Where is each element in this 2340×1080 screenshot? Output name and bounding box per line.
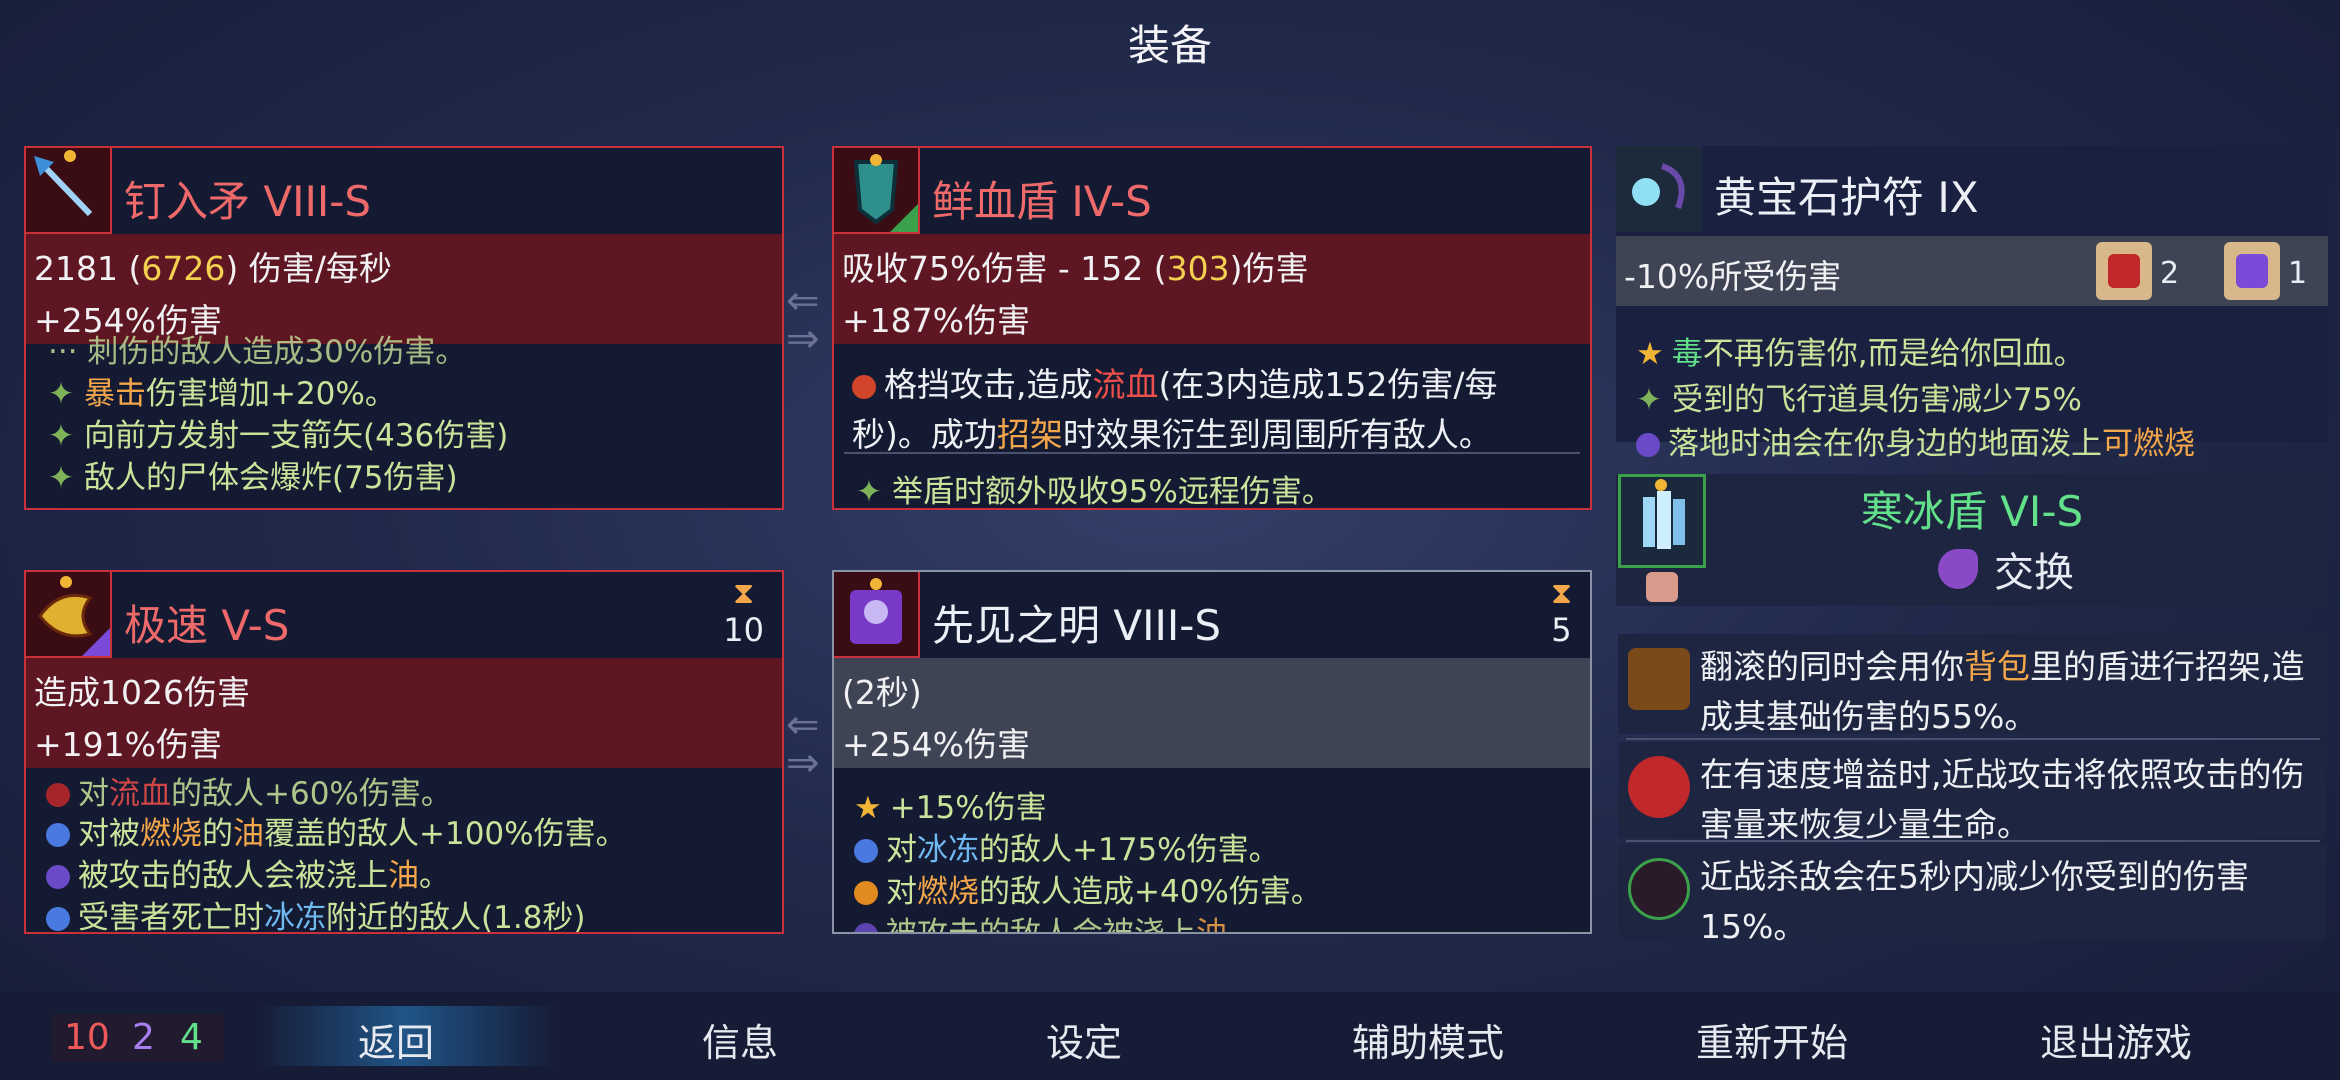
effect-line: ✦ 暴击伤害增加+20%。: [48, 376, 396, 412]
swap-button[interactable]: 交换: [1938, 540, 2074, 596]
card-title: 钉入矛 VIII-S: [124, 177, 372, 226]
effect-line: 被攻击的敌人会被浇上油。: [854, 908, 1258, 932]
card-title: 极速 V-S: [124, 601, 290, 650]
skull-perk-icon: [1628, 858, 1690, 920]
scroll-count: 2: [2160, 256, 2180, 291]
stat-band: 造成1026伤害 +191%伤害: [26, 658, 782, 768]
shield-icon: [834, 148, 920, 234]
tactics-scroll-icon: [2224, 242, 2280, 300]
effect-line: 落地时油会在你身边的地面泼上可燃烧: [1636, 418, 2195, 463]
mutation-perk[interactable]: 在有速度增益时,近战攻击将依照攻击的伤害量来恢复少量生命。: [1618, 742, 2326, 844]
effect-line: 对被燃烧的油覆盖的敌人+100%伤害。: [46, 808, 627, 853]
blood-drop-icon: [852, 375, 876, 399]
effect-line: ✦ 受到的飞行道具伤害减少75%: [1636, 382, 2082, 418]
info-button[interactable]: 信息: [620, 1012, 860, 1067]
settings-button[interactable]: 设定: [964, 1012, 1204, 1067]
swap-arrows-icon: ⇐ ⇒: [786, 278, 820, 362]
effect-line: 被攻击的敌人会被浇上油。: [46, 850, 450, 895]
dps-stat: 2181 (6726) 伤害/每秒: [34, 249, 392, 288]
stat-band: 吸收75%伤害 - 152 (303)伤害 +187%伤害: [834, 234, 1590, 344]
effect-line: 对冰冻的敌人+175%伤害。: [854, 824, 1280, 869]
effect-line: 对流血的敌人+60%伤害。: [46, 768, 452, 813]
screen-title: 装备: [1127, 21, 1212, 70]
card-title: 鲜血盾 IV-S: [932, 177, 1152, 226]
stat-band: -10%所受伤害 2 1: [1616, 236, 2328, 306]
effect-line: ··· 刺伤的敌人造成30%伤害。: [48, 334, 467, 370]
effect-line: 受害者死亡时冰冻附近的敌人(1.8秒): [46, 892, 586, 932]
card-header: 先见之明 VIII-S ⧗ 5: [834, 572, 1590, 658]
assist-mode-button[interactable]: 辅助模式: [1308, 1012, 1548, 1067]
quit-game-button[interactable]: 退出游戏: [1996, 1012, 2236, 1067]
mutation-perk[interactable]: 翻滚的同时会用你背包里的盾进行招架,造成其基础伤害的55%。: [1618, 634, 2326, 736]
amulet-icon: [1616, 146, 1702, 232]
foresight-icon: [834, 572, 920, 658]
mutation-perk[interactable]: 近战杀敌会在5秒内减少你受到的伤害15%。: [1618, 844, 2326, 946]
speed-heal-perk-icon: [1628, 756, 1690, 818]
damage-bonus: +187%伤害: [842, 301, 1030, 340]
damage-stat: 造成1026伤害: [34, 673, 250, 712]
divider: [844, 452, 1580, 454]
effect-line: ✦ 敌人的尸体会爆炸(75伤害): [48, 460, 458, 496]
effect-line: ★ 毒不再伤害你,而是给你回血。: [1636, 336, 2085, 372]
backpack-icon: [1646, 572, 1678, 602]
damage-reduction: -10%所受伤害: [1624, 257, 1842, 296]
card-header: 钉入矛 VIII-S: [26, 148, 782, 234]
stat-band: (2秒) +254%伤害: [834, 658, 1590, 768]
card-header: 鲜血盾 IV-S: [834, 148, 1590, 234]
parry-perk-icon: [1628, 648, 1690, 710]
weapon-card-spear[interactable]: 钉入矛 VIII-S 2181 (6726) 伤害/每秒 +254%伤害 ···…: [24, 146, 784, 510]
effect-line: ✦ 举盾时额外吸收95%远程伤害。: [856, 474, 1333, 510]
scroll-counts: 10 2 4: [52, 1014, 224, 1062]
skill-card-foresight[interactable]: 先见之明 VIII-S ⧗ 5 (2秒) +254%伤害 ★ +15%伤害 对冰冻的…: [832, 570, 1592, 934]
amulet-card[interactable]: 黄宝石护符 IX -10%所受伤害 2 1 ★ 毒不再伤害你,而是给你回血。 ✦ 受…: [1616, 146, 2328, 462]
divider: [1626, 840, 2320, 842]
card-title: 先见之明 VIII-S: [932, 601, 1222, 650]
absorb-stat: 吸收75%伤害 - 152 (303)伤害: [842, 249, 1309, 288]
scroll-count: 1: [2288, 256, 2308, 291]
haste-icon: [26, 572, 112, 658]
effect-line: 对燃烧的敌人造成+40%伤害。: [854, 866, 1322, 911]
restart-button[interactable]: 重新开始: [1652, 1012, 1892, 1067]
hourglass-icon: ⧗: [1550, 576, 1572, 611]
swap-arrows-icon: ⇐ ⇒: [786, 702, 820, 786]
weapon-card-blood-shield[interactable]: 鲜血盾 IV-S 吸收75%伤害 - 152 (303)伤害 +187%伤害 格…: [832, 146, 1592, 510]
duration-stat: (2秒): [842, 673, 922, 712]
effect-desc: 格挡攻击,造成流血(在3内造成152伤害/每: [852, 358, 1497, 406]
divider: [1626, 738, 2320, 740]
effect-line: ✦ 向前方发射一支箭矢(436伤害): [48, 418, 509, 454]
back-button[interactable]: 返回: [276, 1012, 516, 1067]
card-header: 极速 V-S ⧗ 10: [26, 572, 782, 658]
damage-bonus: +191%伤害: [34, 725, 222, 764]
effect-line: ★ +15%伤害: [854, 790, 1047, 826]
card-title: 寒冰盾 VI-S: [1860, 487, 2084, 536]
effect-desc: 秒)。成功招架时效果衍生到周围所有敌人。: [852, 415, 1492, 454]
brutality-scroll-icon: [2096, 242, 2152, 300]
hourglass-icon: ⧗: [733, 576, 755, 611]
backpack-card[interactable]: 寒冰盾 VI-S 交换: [1616, 474, 2328, 606]
skill-card-haste[interactable]: 极速 V-S ⧗ 10 造成1026伤害 +191%伤害 对流血的敌人+60%伤害…: [24, 570, 784, 934]
cooldown: ⧗ 10: [723, 576, 764, 649]
cooldown: ⧗ 5: [1550, 576, 1572, 649]
damage-bonus: +254%伤害: [842, 725, 1030, 764]
card-title: 黄宝石护符 IX: [1714, 173, 1979, 222]
swap-icon: [1938, 549, 1978, 589]
spear-icon: [26, 148, 112, 234]
